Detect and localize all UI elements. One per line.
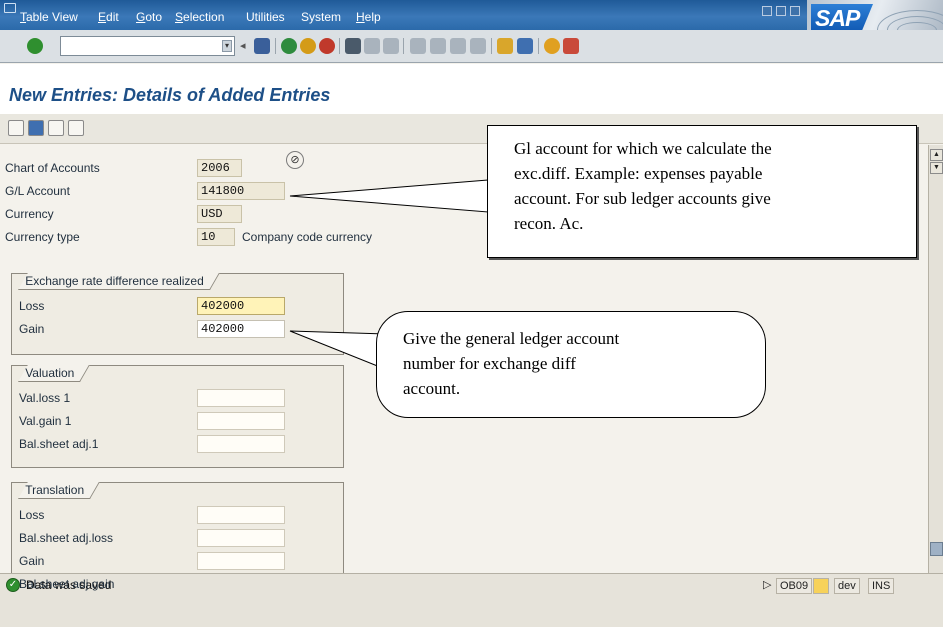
bal-sheet-adj-gain-label: Bal.sheet adj.gain <box>19 577 115 591</box>
gl-account-callout: Gl account for which we calculate the ex… <box>487 125 917 258</box>
gain-loss-callout: Give the general ledger account number f… <box>376 311 766 418</box>
